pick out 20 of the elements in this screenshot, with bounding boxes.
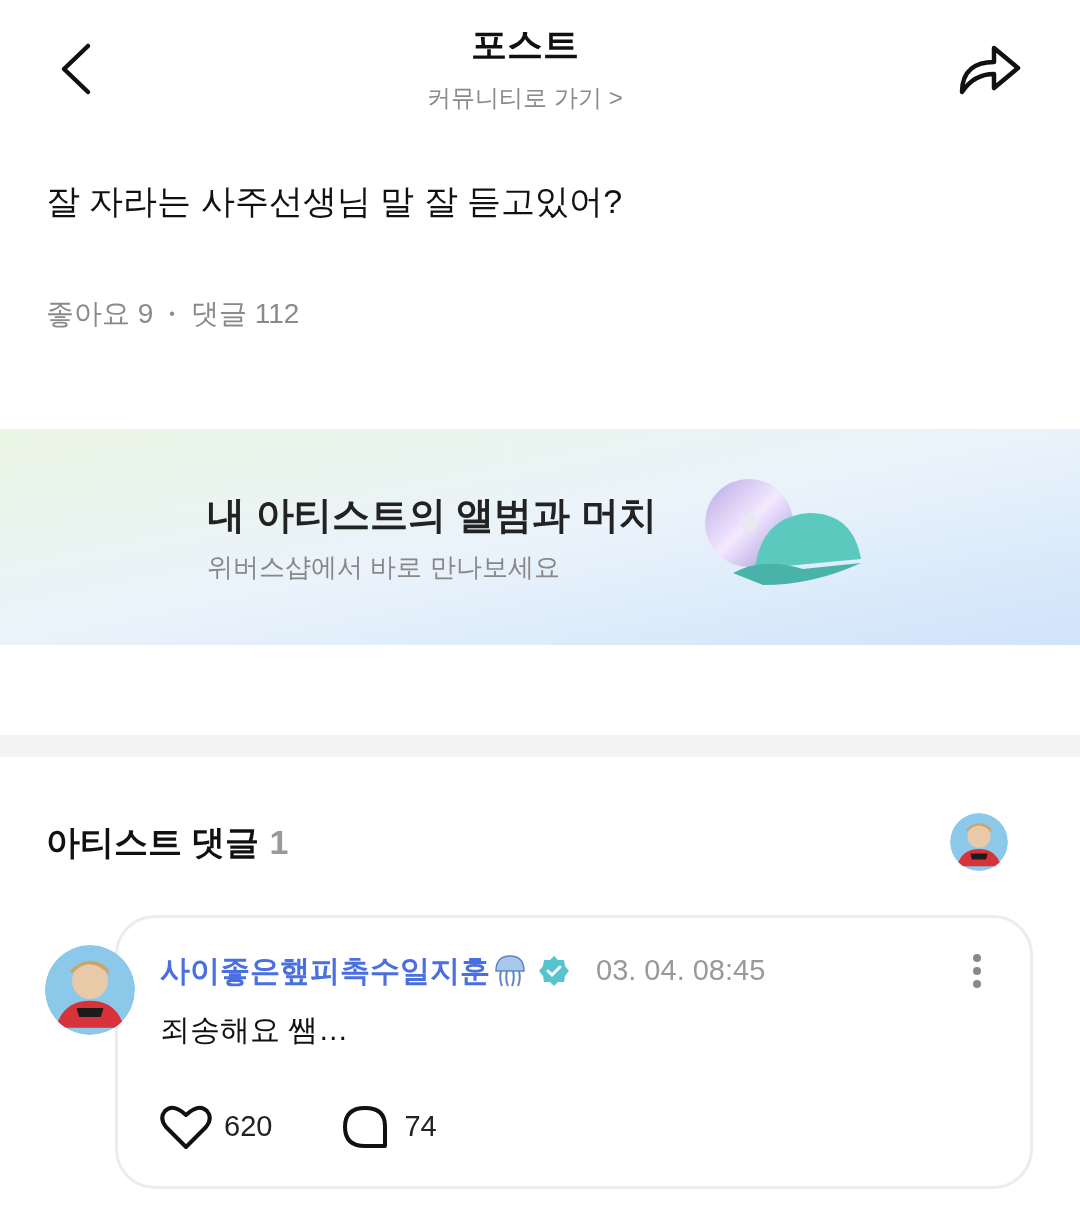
- section-title: 아티스트 댓글: [46, 821, 260, 863]
- author-name[interactable]: 사이좋은햎피촉수일지훈: [160, 948, 490, 993]
- separator-dot: •: [169, 304, 175, 324]
- jellyfish-icon: [492, 952, 528, 989]
- comment-text: 죄송해요 쌤…: [160, 1012, 350, 1048]
- comment-count: 댓글 112: [190, 297, 300, 331]
- like-count: 좋아요 9: [46, 297, 154, 331]
- section-count: 1: [269, 821, 289, 863]
- like-button[interactable]: 620: [160, 1104, 273, 1150]
- speech-bubble-icon: [342, 1105, 389, 1149]
- banner-title: 내 아티스트의 앨범과 머치: [207, 493, 657, 538]
- avatar: [950, 813, 1008, 871]
- shop-banner[interactable]: 내 아티스트의 앨범과 머치 위버스샵에서 바로 만나보세요: [0, 429, 1080, 645]
- more-button[interactable]: [972, 952, 982, 989]
- post-text: 잘 자라는 사주선생님 말 잘 듣고있어?: [45, 181, 624, 222]
- comment-time: 03. 04. 08:45: [596, 952, 766, 988]
- banner-subtitle: 위버스샵에서 바로 만나보세요: [207, 551, 561, 584]
- more-icon: [972, 952, 982, 989]
- page-title: 포스트: [471, 23, 579, 67]
- reply-button[interactable]: 74: [342, 1105, 437, 1149]
